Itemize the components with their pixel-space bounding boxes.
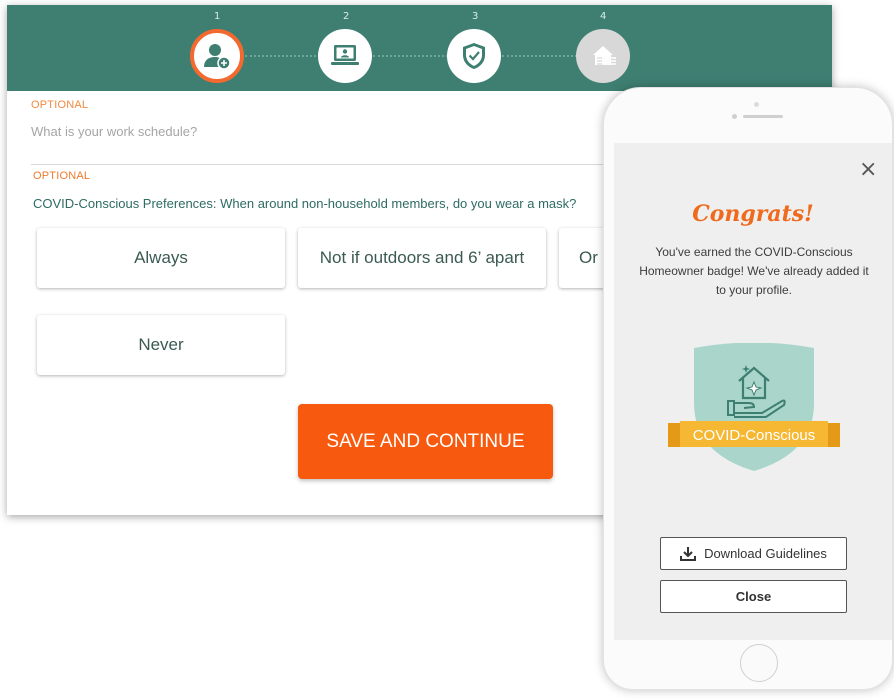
option-never-button[interactable]: Never [37, 315, 285, 375]
phone-camera [732, 114, 737, 119]
mask-question: COVID-Conscious Preferences: When around… [33, 196, 577, 211]
option-outdoors-button[interactable]: Not if outdoors and 6’ apart [298, 228, 546, 288]
step-3-button[interactable] [447, 29, 501, 83]
phone-home-button[interactable] [740, 644, 778, 682]
step-1-button[interactable] [190, 29, 244, 83]
step-number-1: 1 [214, 11, 221, 22]
step-progress-bar: 1 2 3 4 [7, 5, 832, 91]
laptop-user-icon [331, 45, 359, 65]
badge-modal: × Congrats! You've earned the COVID-Cons… [614, 143, 892, 640]
step-2-button[interactable] [318, 29, 372, 83]
covid-conscious-badge-icon: COVID-Conscious [668, 343, 840, 471]
download-guidelines-label: Download Guidelines [704, 546, 827, 561]
download-icon [680, 546, 697, 561]
optional-label: OPTIONAL [33, 170, 91, 182]
optional-label: OPTIONAL [31, 99, 89, 111]
house-icon [593, 46, 616, 65]
step-connector [245, 55, 320, 57]
badge-label: COVID-Conscious [693, 427, 816, 444]
user-plus-icon [204, 44, 231, 70]
option-always-button[interactable]: Always [37, 228, 285, 288]
close-icon[interactable]: × [859, 157, 877, 182]
step-number-3: 3 [472, 11, 479, 22]
step-number-4: 4 [600, 11, 607, 22]
step-connector [502, 55, 577, 57]
step-connector [373, 55, 448, 57]
step-number-2: 2 [343, 11, 350, 22]
congrats-title: Congrats! [692, 201, 814, 227]
step-4-button[interactable] [576, 29, 630, 83]
phone-sensor [754, 102, 759, 107]
download-guidelines-button[interactable]: Download Guidelines [660, 537, 847, 570]
work-schedule-input[interactable]: What is your work schedule? [31, 124, 197, 139]
phone-speaker [743, 115, 783, 118]
phone-frame: × Congrats! You've earned the COVID-Cons… [603, 87, 893, 690]
shield-check-icon [463, 43, 485, 69]
save-and-continue-button[interactable]: SAVE AND CONTINUE [298, 404, 553, 479]
close-button[interactable]: Close [660, 580, 847, 613]
badge-earned-text: You've earned the COVID-Conscious Homeow… [639, 245, 869, 297]
